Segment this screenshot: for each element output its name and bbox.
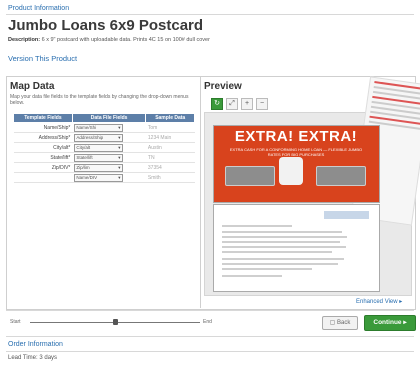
- chevron-down-icon: ▼: [117, 154, 122, 160]
- postcard-headline: EXTRA! EXTRA!: [234, 128, 358, 145]
- back-button[interactable]: ▢ Back: [322, 316, 358, 330]
- column-header: Data File Fields: [71, 113, 147, 123]
- table-row: Address/Ship* Address/Ship ▼ 1234 Main: [13, 132, 195, 143]
- template-field: Name/Ship*: [13, 122, 73, 133]
- table-row: Zip/DIV* Zip/lim ▼ 37354: [13, 162, 195, 173]
- fullscreen-icon[interactable]: ⤢: [226, 98, 238, 110]
- table-row: Name/DIV ▼ Smith: [13, 172, 195, 183]
- chevron-down-icon: ▼: [117, 124, 122, 130]
- preview-title: Preview: [204, 81, 242, 92]
- slider-start-label: Start: [10, 319, 21, 325]
- lead-time: Lead Time: 3 days: [8, 355, 58, 361]
- mascot-image: [279, 157, 303, 185]
- select-value: Address/Ship: [76, 134, 104, 140]
- divider: [6, 351, 414, 352]
- panel-divider: [200, 76, 201, 308]
- chevron-down-icon: ▼: [117, 174, 122, 180]
- column-header: Template Fields: [13, 113, 73, 123]
- map-data-title: Map Data: [10, 81, 55, 92]
- data-field-select[interactable]: State/lift ▼: [74, 153, 124, 162]
- description-text: 6 x 9" postcard with uploadable data. Pr…: [41, 37, 210, 43]
- product-information-heading: Product Information: [8, 5, 70, 12]
- chevron-down-icon: ▼: [117, 164, 122, 170]
- map-data-subtitle: Map your data file fields to the templat…: [10, 94, 189, 106]
- divider: [6, 336, 414, 337]
- slider-end-label: End: [203, 319, 212, 325]
- back-label: Back: [337, 320, 351, 326]
- select-value: Name/DIV: [76, 174, 98, 180]
- page-title: Jumbo Loans 6x9 Postcard: [8, 17, 204, 34]
- continue-button[interactable]: Continue ▸: [364, 315, 416, 331]
- sample-data: Smith: [145, 172, 195, 183]
- table-row: City/alt* City/alt ▼ Austin: [13, 142, 195, 153]
- divider: [6, 310, 414, 311]
- data-field-select[interactable]: Name/DIV ▼: [74, 173, 124, 182]
- refresh-icon[interactable]: ↻: [211, 98, 223, 110]
- column-header: Sample Data: [145, 113, 195, 123]
- sample-data: TN: [145, 152, 195, 163]
- zoom-in-icon[interactable]: +: [241, 98, 253, 110]
- select-value: Zip/lim: [76, 164, 90, 170]
- card-image-right: [316, 166, 366, 186]
- chevron-down-icon: ▼: [117, 144, 122, 150]
- data-field-select[interactable]: Zip/lim ▼: [74, 163, 124, 172]
- template-field: [13, 172, 73, 183]
- sample-data: Tom: [145, 122, 195, 133]
- postcard-back: [213, 204, 380, 292]
- version-this-product-link[interactable]: Version This Product: [8, 54, 77, 63]
- template-field: State/lift*: [13, 152, 73, 163]
- select-value: State/lift: [76, 154, 93, 160]
- slider-handle[interactable]: [113, 319, 118, 325]
- zoom-out-icon[interactable]: −: [256, 98, 268, 110]
- data-field-select[interactable]: City/alt ▼: [74, 143, 124, 152]
- field-mapping-table: Template Fields Data File Fields Sample …: [13, 113, 195, 183]
- table-row: State/lift* State/lift ▼ TN: [13, 152, 195, 163]
- sample-data: 37354: [145, 162, 195, 173]
- template-field: Address/Ship*: [13, 132, 73, 143]
- select-value: City/alt: [76, 144, 91, 150]
- table-row: Name/Ship* Name/Shi ▼ Tom: [13, 122, 195, 133]
- order-information-heading: Order Information: [8, 341, 63, 348]
- enhanced-view-link[interactable]: Enhanced View ▸: [356, 298, 402, 305]
- data-field-select[interactable]: Name/Shi ▼: [74, 123, 124, 132]
- divider: [6, 14, 414, 15]
- sample-data: Austin: [145, 142, 195, 153]
- data-field-select[interactable]: Address/Ship ▼: [74, 133, 124, 142]
- back-icon: ▢: [329, 320, 337, 326]
- select-value: Name/Shi: [76, 124, 97, 130]
- description-label: Description:: [8, 37, 41, 43]
- template-field: City/alt*: [13, 142, 73, 153]
- template-field: Zip/DIV*: [13, 162, 73, 173]
- product-description: Description: 6 x 9" postcard with upload…: [8, 37, 210, 43]
- card-image-left: [225, 166, 275, 186]
- postcard-subtext: EXTRA CASH FOR A CONFORMING HOME LOAN — …: [229, 147, 363, 157]
- chevron-down-icon: ▼: [117, 134, 122, 140]
- sample-data: 1234 Main: [145, 132, 195, 143]
